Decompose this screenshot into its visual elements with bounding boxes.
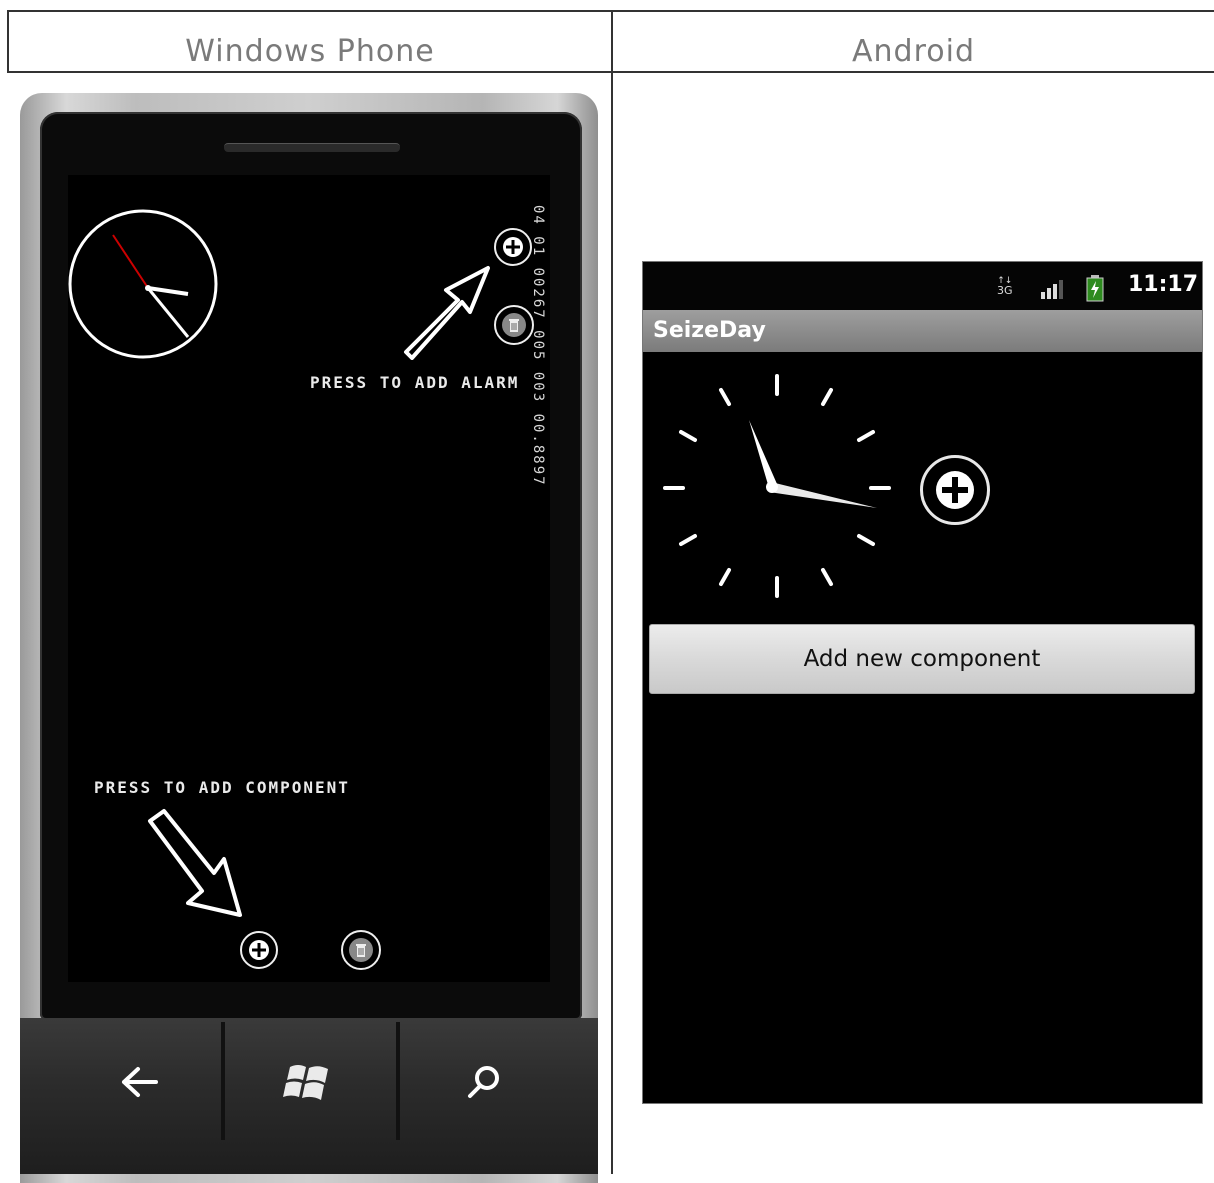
plus-icon bbox=[936, 471, 974, 509]
add-alarm-button[interactable] bbox=[920, 455, 990, 525]
app-title-bar: SeizeDay bbox=[643, 310, 1202, 352]
plus-icon bbox=[503, 237, 523, 257]
hint-arrow-up-right-icon bbox=[404, 266, 490, 360]
trash-icon bbox=[502, 313, 526, 337]
plus-icon bbox=[249, 940, 269, 960]
clock-minute-hand bbox=[146, 287, 190, 338]
android-status-bar: ↑↓ 3G bbox=[643, 262, 1202, 310]
windows-logo-icon bbox=[283, 1065, 328, 1100]
hint-arrow-down-right-icon bbox=[148, 809, 242, 917]
add-new-component-button[interactable]: Add new component bbox=[649, 624, 1195, 694]
search-button[interactable] bbox=[444, 1050, 524, 1114]
status-time: 11:17 bbox=[1128, 272, 1199, 297]
clock-second-hand bbox=[112, 234, 149, 289]
button-divider bbox=[396, 1022, 400, 1140]
back-button[interactable] bbox=[100, 1050, 180, 1114]
3g-icon: ↑↓ 3G bbox=[997, 276, 1013, 297]
windows-phone-screen: PRESS TO ADD ALARM 04 01 00267 005 003 0… bbox=[68, 175, 550, 982]
signal-icon bbox=[1041, 280, 1063, 299]
header-windows-phone: Windows Phone bbox=[7, 10, 613, 73]
earpiece-speaker bbox=[224, 143, 400, 152]
start-button[interactable] bbox=[268, 1050, 348, 1114]
add-alarm-hint: PRESS TO ADD ALARM bbox=[310, 373, 520, 392]
analog-clock bbox=[68, 209, 218, 359]
trash-icon bbox=[349, 938, 373, 962]
search-icon bbox=[468, 1066, 499, 1098]
delete-component-button[interactable] bbox=[341, 930, 381, 970]
android-analog-clock bbox=[663, 374, 891, 598]
add-alarm-button[interactable] bbox=[494, 228, 532, 266]
add-component-hint: PRESS TO ADD COMPONENT bbox=[94, 778, 350, 797]
back-arrow-icon bbox=[122, 1067, 158, 1097]
header-android: Android bbox=[611, 10, 1214, 73]
button-divider bbox=[221, 1022, 225, 1140]
vertical-readout: 04 01 00267 005 003 00.8897 bbox=[530, 205, 546, 487]
battery-charging-icon bbox=[1086, 275, 1104, 302]
delete-alarm-button[interactable] bbox=[494, 305, 534, 345]
column-divider bbox=[611, 10, 613, 1174]
add-component-button[interactable] bbox=[240, 931, 278, 969]
clock-minute-hand bbox=[749, 420, 777, 488]
clock-hour-hand bbox=[769, 482, 877, 508]
network-label: 3G bbox=[997, 284, 1013, 297]
